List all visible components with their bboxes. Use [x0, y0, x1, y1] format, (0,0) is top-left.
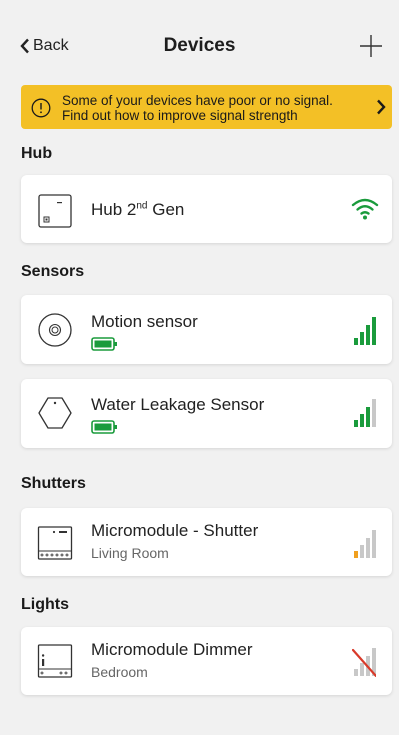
banner-text: Some of your devices have poor or no sig… — [62, 93, 333, 123]
device-room-micromodule-dimmer: Bedroom — [91, 664, 148, 680]
signal-warning-banner[interactable]: Some of your devices have poor or no sig… — [21, 85, 392, 129]
device-name-motion-sensor: Motion sensor — [91, 312, 198, 331]
battery-full-icon — [91, 337, 117, 351]
micromodule-dimmer-icon — [37, 644, 73, 678]
water-sensor-icon — [38, 397, 72, 429]
device-card-water-leakage-sensor[interactable]: Water Leakage Sensor — [21, 379, 392, 448]
section-hub: Hub — [21, 145, 53, 162]
device-name-hub: Hub 2nd Gen — [91, 200, 185, 219]
section-lights: Lights — [21, 596, 69, 613]
device-card-micromodule-dimmer[interactable]: Micromodule Dimmer Bedroom — [21, 627, 392, 695]
device-name-water-leakage-sensor: Water Leakage Sensor — [91, 395, 265, 414]
signal-bars-icon — [354, 530, 376, 558]
no-signal-icon — [352, 648, 376, 677]
add-icon[interactable] — [359, 34, 383, 58]
device-room-micromodule-shutter: Living Room — [91, 545, 169, 561]
micromodule-shutter-icon — [37, 526, 73, 560]
wifi-signal-icon — [351, 198, 379, 220]
device-name-micromodule-shutter: Micromodule - Shutter — [91, 521, 259, 540]
header: Back Devices — [0, 0, 399, 92]
section-sensors: Sensors — [21, 263, 85, 280]
chevron-right-icon — [377, 99, 386, 115]
banner-line-1: Some of your devices have poor or no sig… — [62, 93, 333, 108]
signal-bars-icon — [354, 317, 376, 345]
device-name-micromodule-dimmer: Micromodule Dimmer — [91, 640, 253, 659]
device-card-motion-sensor[interactable]: Motion sensor — [21, 295, 392, 364]
device-card-hub[interactable]: Hub 2nd Gen — [21, 175, 392, 243]
banner-line-2: Find out how to improve signal strength — [62, 108, 298, 123]
device-card-micromodule-shutter[interactable]: Micromodule - Shutter Living Room — [21, 508, 392, 576]
battery-full-icon — [91, 420, 117, 434]
motion-sensor-icon — [38, 313, 72, 347]
warning-icon — [31, 98, 51, 118]
page-title: Devices — [163, 35, 236, 56]
signal-bars-icon — [354, 399, 376, 427]
section-shutters: Shutters — [21, 475, 86, 492]
hub-icon — [38, 194, 72, 228]
